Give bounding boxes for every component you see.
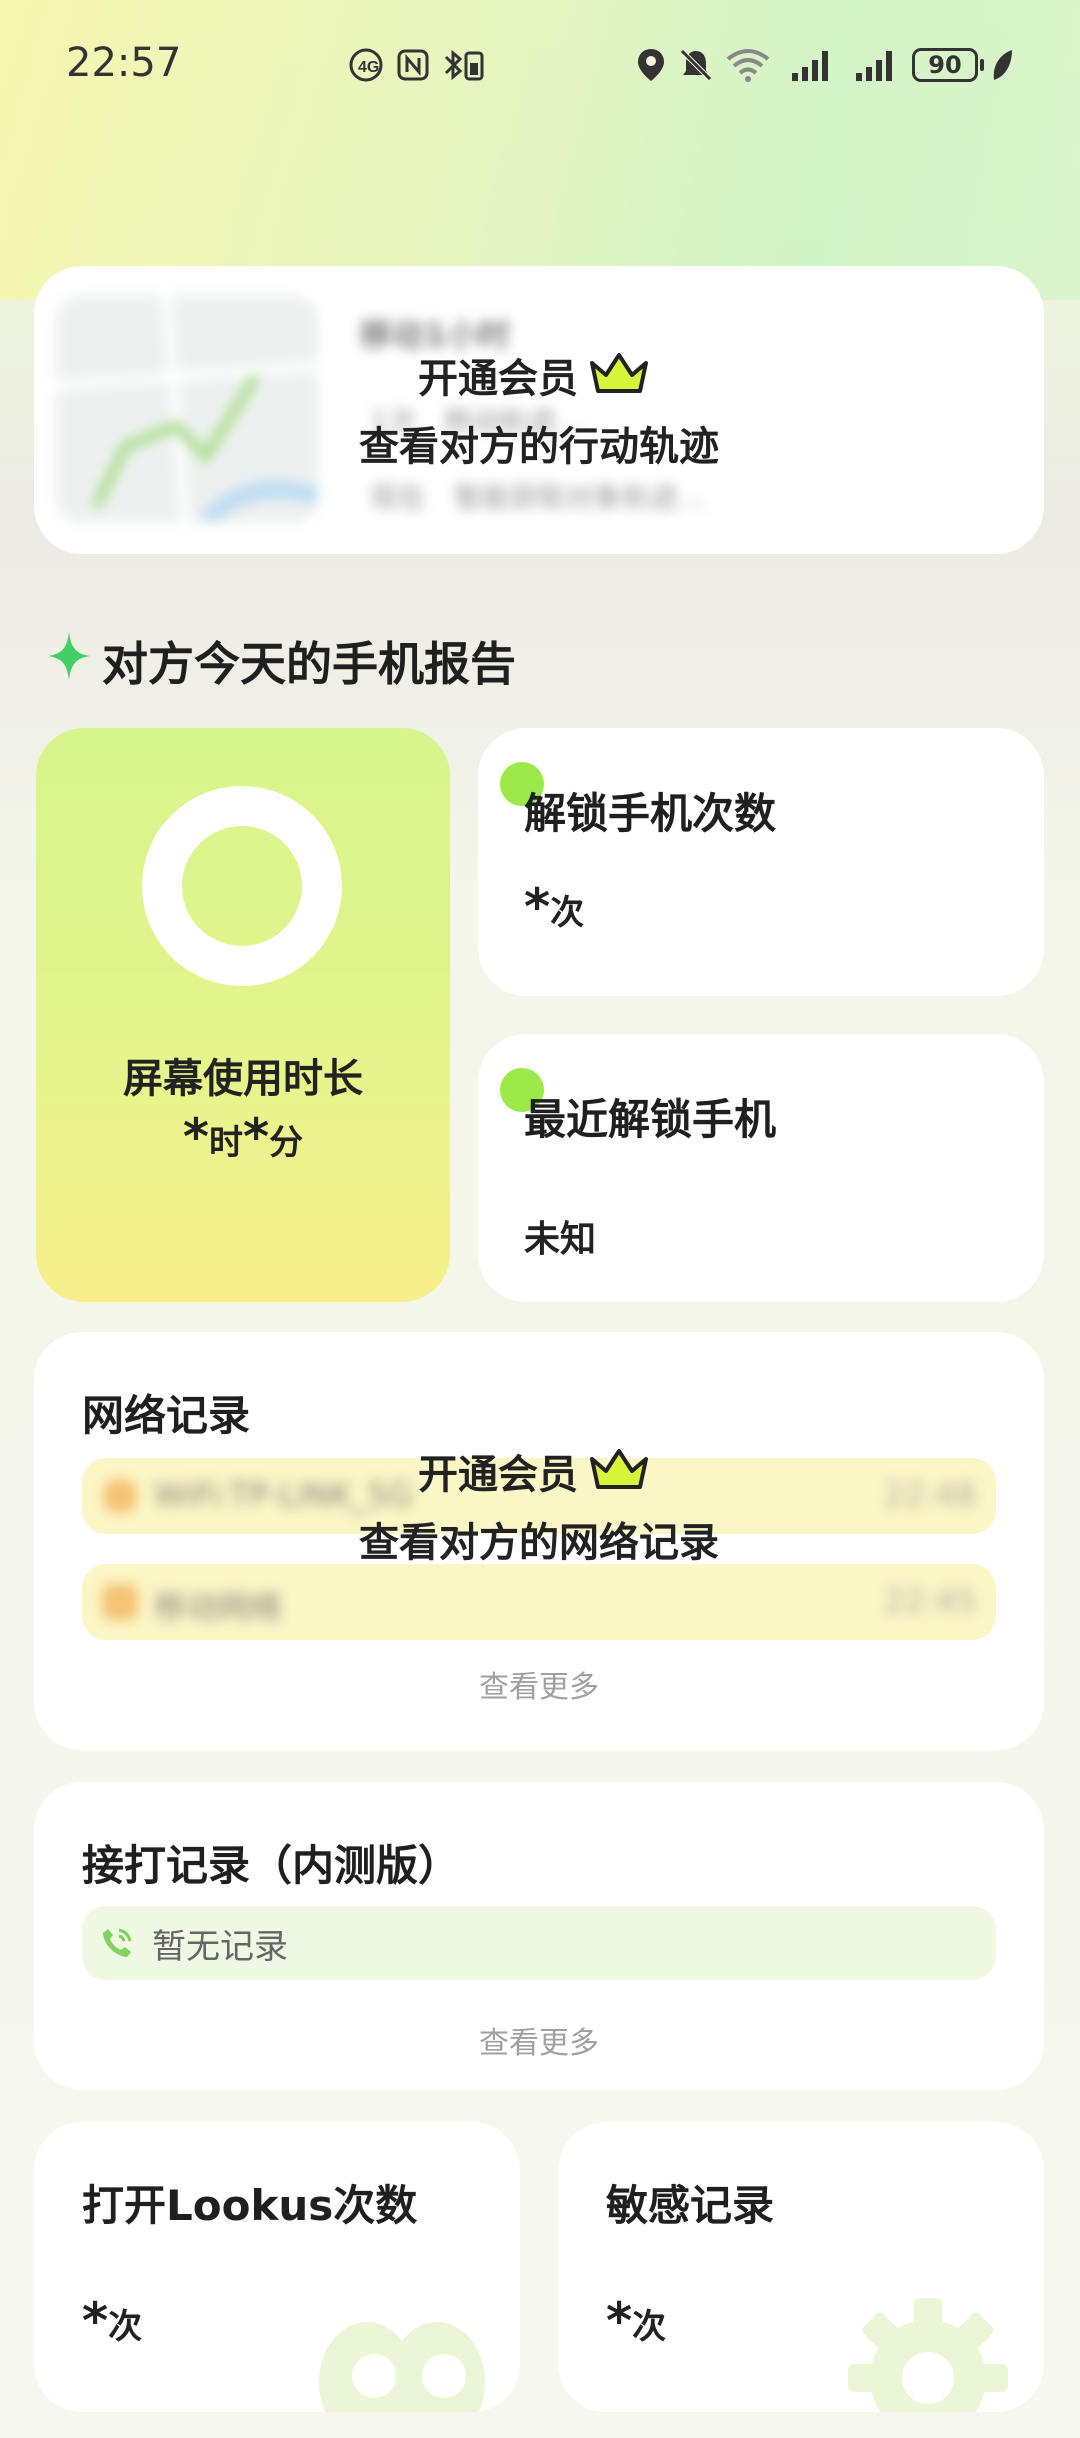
track-cta-subtitle: 查看对方的行动轨迹 [359,424,719,470]
unlock-count-unit: 次 [550,893,585,933]
open-app-unit: 次 [108,2307,143,2347]
unlock-count-card[interactable]: 解锁手机次数 *次 [478,728,1044,996]
crown-icon [588,1447,650,1495]
sensitive-title: 敏感记录 [606,2181,775,2230]
calls-title: 接打记录（内测版） [82,1841,461,1890]
screen-minutes-value: * [243,1108,270,1166]
screen-minutes-unit: 分 [269,1123,304,1163]
status-time: 22:57 [66,40,182,86]
nfc-icon [396,48,430,82]
svg-text:4G: 4G [358,59,379,76]
screen-time-card[interactable]: 屏幕使用时长 *时*分 [36,728,450,1302]
open-app-title: 打开Lookus次数 [82,2181,418,2230]
track-map-thumbnail [55,295,321,529]
screen-time-ring [142,786,342,986]
network-row-time: 22:45 [883,1582,976,1620]
track-blur-line-3: 现在 暂能获取对象轨迹… [370,481,707,514]
screen-time-value: *时*分 [36,1108,450,1166]
battery-level: 90 [928,51,962,79]
network-title: 网络记录 [82,1391,251,1440]
gear-icon [838,2288,1018,2412]
calls-card[interactable]: 接打记录（内测版） 暂无记录 查看更多 [34,1782,1044,2090]
signal-1-icon [790,48,836,82]
eyes-icon [312,2302,492,2412]
unlock-count-label: 解锁手机次数 [524,789,777,838]
network-row: 移动网络 22:45 [82,1564,996,1640]
calls-more-link[interactable]: 查看更多 [34,2018,1044,2062]
screen-hours-unit: 时 [209,1123,243,1163]
wifi-status-icon [726,48,770,82]
sensitive-value: *次 [606,2292,666,2350]
recent-unlock-card[interactable]: 最近解锁手机 未知 [478,1034,1044,1302]
recent-unlock-label: 最近解锁手机 [524,1095,777,1144]
signal-2-icon [854,48,900,82]
track-cta-title-row: 开通会员 [418,346,650,404]
report-title-text: 对方今天的手机报告 [102,637,516,691]
sensitive-card[interactable]: 敏感记录 *次 [558,2122,1044,2412]
network-cta-title: 开通会员 [418,1452,578,1498]
wifi-icon [102,1478,138,1514]
leaf-icon [990,48,1014,82]
network-row-name: WiFi:TP-LINK_5G [154,1476,413,1514]
network-row-time: 22:48 [883,1476,976,1514]
status-bar: 22:57 4G 90 [0,0,1080,130]
open-app-card[interactable]: 打开Lookus次数 *次 [34,2122,520,2412]
signal-icon [102,1584,138,1620]
network-more-link[interactable]: 查看更多 [34,1662,1044,1706]
phone-icon [100,1926,134,1960]
open-app-value: *次 [82,2292,142,2350]
unlock-count-value: *次 [524,878,584,936]
screen-hours-value: * [182,1108,209,1166]
track-cta-title: 开通会员 [418,356,578,402]
sparkle-icon [46,630,92,693]
open-app-number: * [82,2292,109,2350]
network-row-name: 移动网络 [154,1588,283,1626]
unlock-count-number: * [524,878,551,936]
sensitive-unit: 次 [632,2307,667,2347]
network-cta-subtitle: 查看对方的网络记录 [359,1520,719,1566]
location-icon [636,48,666,82]
network-card[interactable]: 网络记录 WiFi:TP-LINK_5G 22:48 移动网络 22:45 开通… [34,1332,1044,1750]
hd-icon: 4G [348,48,384,82]
track-card[interactable]: 移动1小时 1次 移动轨迹… 现在 暂能获取对象轨迹… 开通会员 查看对方的行动… [34,266,1044,554]
crown-icon [588,351,650,399]
report-title: 对方今天的手机报告 [46,628,516,694]
screen-time-label: 屏幕使用时长 [123,1056,363,1102]
battery-icon: 90 [912,48,984,82]
bluetooth-battery-icon [442,48,490,82]
recent-unlock-value: 未知 [524,1219,597,1260]
calls-empty-row: 暂无记录 [82,1906,996,1980]
network-cta-title-row: 开通会员 [418,1442,650,1500]
calls-empty-text: 暂无记录 [152,1926,288,1967]
mute-bell-icon [678,48,714,82]
sensitive-number: * [606,2292,633,2350]
